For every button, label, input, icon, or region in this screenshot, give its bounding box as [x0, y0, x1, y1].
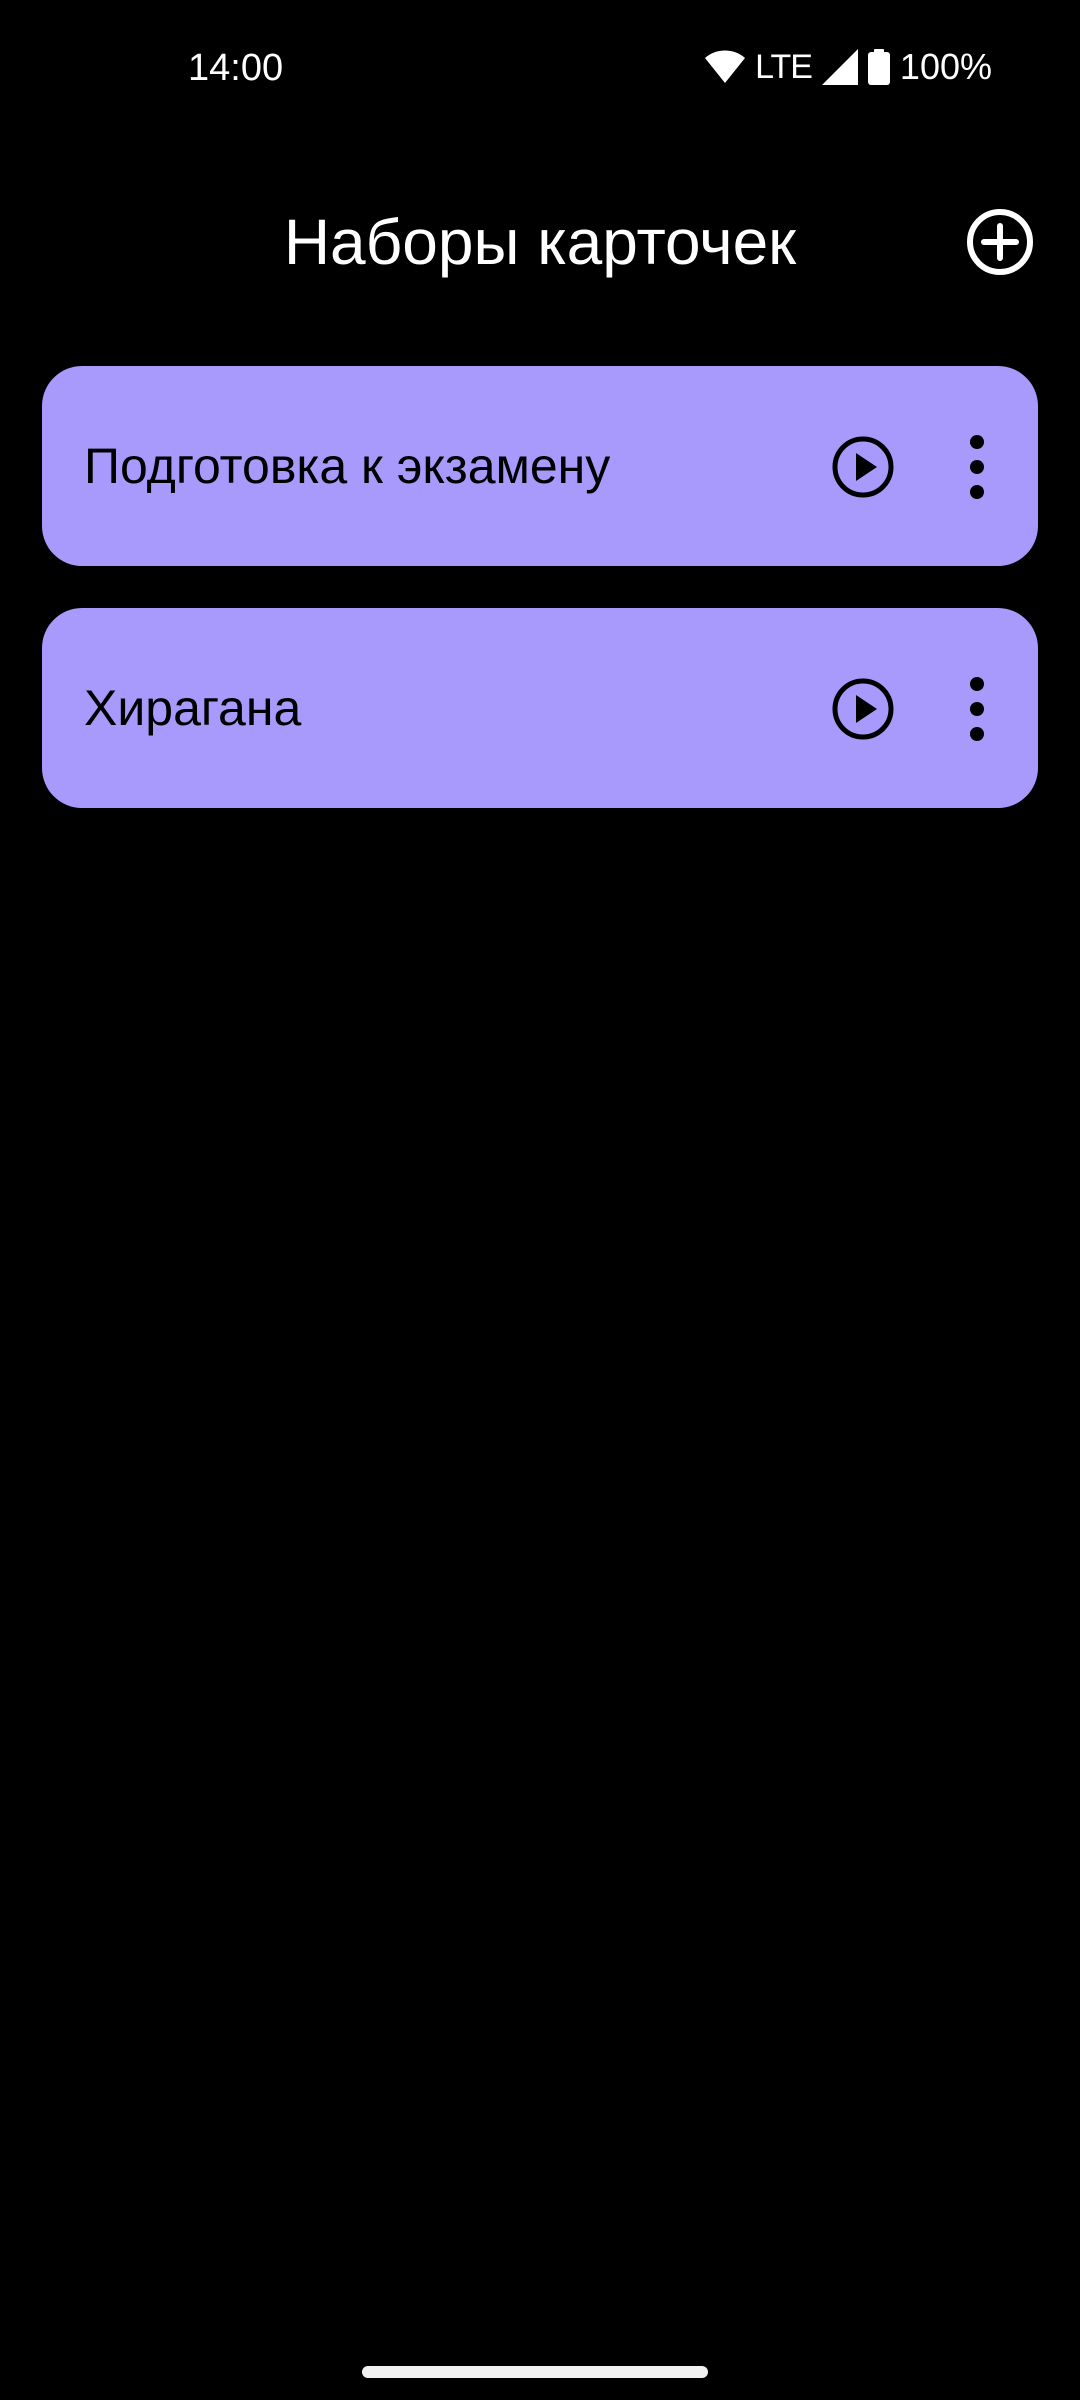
more-vert-icon: [970, 435, 984, 499]
play-circle-icon: [832, 436, 894, 498]
deck-card[interactable]: Хирагана: [42, 608, 1038, 808]
status-bar: 14:00 LTE 100%: [0, 0, 1080, 136]
status-time: 14:00: [188, 47, 284, 89]
add-deck-button[interactable]: [966, 208, 1034, 276]
play-deck-button[interactable]: [831, 435, 895, 499]
battery-level: 100%: [899, 46, 992, 87]
deck-name: Подготовка к экзамену: [84, 438, 611, 494]
wifi-icon: [705, 50, 746, 84]
play-circle-icon: [832, 678, 894, 740]
status-icons: LTE 100%: [705, 42, 992, 92]
deck-menu-button[interactable]: [962, 674, 992, 744]
page-title: Наборы карточек: [283, 206, 797, 278]
deck-menu-button[interactable]: [962, 432, 992, 502]
plus-circle-icon: [967, 209, 1033, 275]
home-indicator[interactable]: [362, 2366, 708, 2378]
deck-list: Подготовка к экзамену Хирагана: [42, 366, 1038, 850]
play-deck-button[interactable]: [831, 677, 895, 741]
more-vert-icon: [970, 677, 984, 741]
deck-name: Хирагана: [84, 680, 302, 736]
app-header: Наборы карточек: [0, 190, 1080, 290]
battery-icon: [867, 49, 890, 85]
deck-card[interactable]: Подготовка к экзамену: [42, 366, 1038, 566]
signal-icon: [821, 49, 858, 85]
network-type: LTE: [755, 47, 813, 86]
